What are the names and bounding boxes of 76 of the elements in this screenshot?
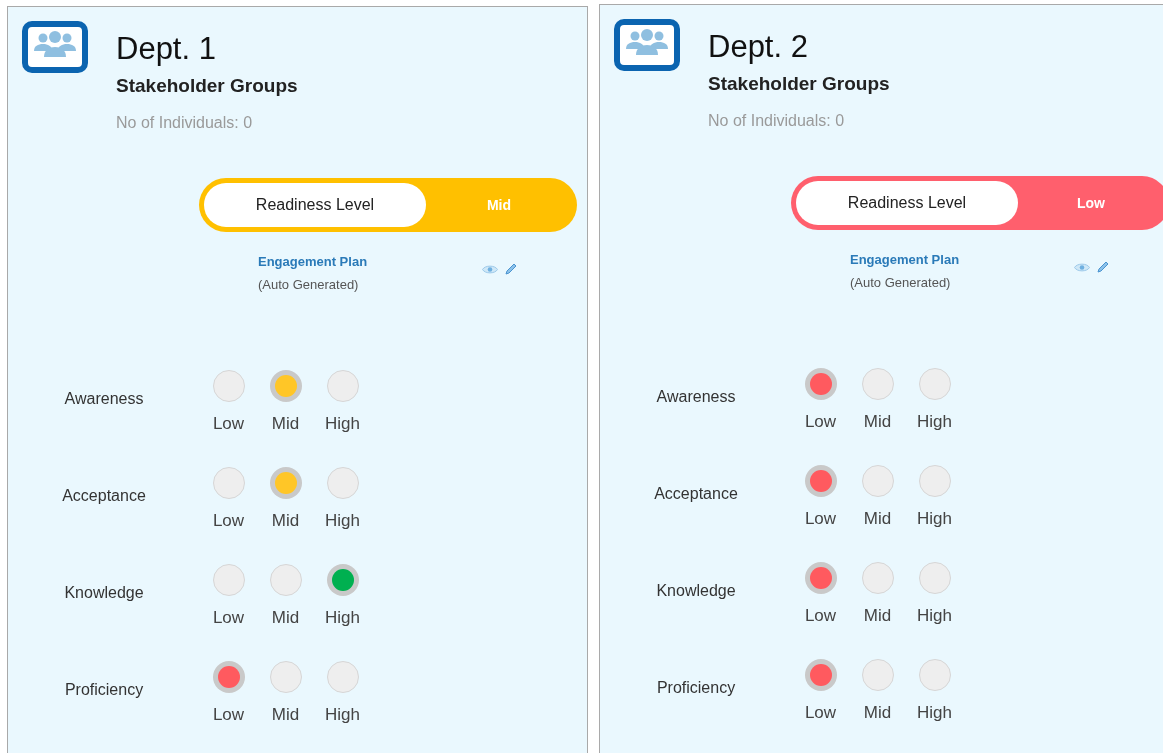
rating-radio[interactable] xyxy=(918,659,951,691)
rating-label: High xyxy=(917,509,952,529)
individuals-count: No of Individuals: 0 xyxy=(708,112,846,130)
rating-radio[interactable] xyxy=(326,661,359,693)
rating-label: Low xyxy=(212,608,245,628)
rating-radio[interactable] xyxy=(326,370,359,402)
rating-radio[interactable] xyxy=(269,370,302,402)
group-icon xyxy=(22,21,88,73)
rating-radio[interactable] xyxy=(861,465,894,497)
rating-radio[interactable] xyxy=(861,659,894,691)
rating-radio[interactable] xyxy=(918,465,951,497)
pencil-icon[interactable] xyxy=(1096,260,1110,274)
rating-radio[interactable] xyxy=(804,562,837,594)
rating-label: Mid xyxy=(271,705,300,725)
rating-label: Mid xyxy=(271,608,300,628)
readiness-label: Readiness Level xyxy=(204,183,426,227)
rating-label: High xyxy=(917,703,952,723)
rating-label: Mid xyxy=(863,703,892,723)
rating-label: High xyxy=(917,606,952,626)
metric-name: Proficiency xyxy=(63,681,145,699)
rating-radio[interactable] xyxy=(212,467,245,499)
metric-name: Proficiency xyxy=(655,679,737,697)
readiness-label: Readiness Level xyxy=(796,181,1018,225)
rating-label: Low xyxy=(804,509,837,529)
group-icon xyxy=(614,19,680,71)
rating-radio[interactable] xyxy=(269,467,302,499)
rating-radio[interactable] xyxy=(269,564,302,596)
rating-label: Low xyxy=(804,606,837,626)
rating-label: Mid xyxy=(863,606,892,626)
rating-radio[interactable] xyxy=(861,368,894,400)
auto-generated-note: (Auto Generated) xyxy=(258,277,360,292)
readiness-value: Low xyxy=(1076,195,1106,211)
department-title: Dept. 1 xyxy=(116,31,217,67)
eye-icon[interactable] xyxy=(1074,261,1090,273)
rating-label: Low xyxy=(212,511,245,531)
rating-radio[interactable] xyxy=(269,661,302,693)
group-subtitle: Stakeholder Groups xyxy=(116,75,298,97)
metric-name: Acceptance xyxy=(61,487,147,505)
readiness-value: Mid xyxy=(485,197,513,213)
rating-label: Mid xyxy=(863,412,892,432)
rating-radio[interactable] xyxy=(918,368,951,400)
rating-label: Low xyxy=(804,703,837,723)
rating-label: High xyxy=(325,414,360,434)
rating-radio[interactable] xyxy=(804,368,837,400)
rating-label: High xyxy=(917,412,952,432)
engagement-plan-link[interactable]: Engagement Plan xyxy=(850,252,960,267)
rating-label: Low xyxy=(804,412,837,432)
metric-name: Awareness xyxy=(655,388,737,406)
rating-label: Low xyxy=(212,414,245,434)
individuals-count: No of Individuals: 0 xyxy=(116,114,254,132)
rating-radio[interactable] xyxy=(326,467,359,499)
metric-name: Knowledge xyxy=(655,582,737,600)
rating-radio[interactable] xyxy=(326,564,359,596)
department-title: Dept. 2 xyxy=(708,29,809,65)
group-subtitle: Stakeholder Groups xyxy=(708,73,890,95)
rating-label: Mid xyxy=(271,414,300,434)
rating-label: High xyxy=(325,608,360,628)
rating-radio[interactable] xyxy=(804,465,837,497)
rating-label: High xyxy=(325,705,360,725)
rating-radio[interactable] xyxy=(804,659,837,691)
metric-name: Knowledge xyxy=(63,584,145,602)
metric-name: Awareness xyxy=(63,390,145,408)
rating-label: High xyxy=(325,511,360,531)
rating-label: Low xyxy=(212,705,245,725)
rating-label: Mid xyxy=(271,511,300,531)
rating-radio[interactable] xyxy=(212,564,245,596)
rating-radio[interactable] xyxy=(212,661,245,693)
metric-name: Acceptance xyxy=(653,485,739,503)
rating-label: Mid xyxy=(863,509,892,529)
rating-radio[interactable] xyxy=(212,370,245,402)
engagement-plan-link[interactable]: Engagement Plan xyxy=(258,254,368,269)
rating-radio[interactable] xyxy=(918,562,951,594)
pencil-icon[interactable] xyxy=(504,262,518,276)
eye-icon[interactable] xyxy=(482,263,498,275)
rating-radio[interactable] xyxy=(861,562,894,594)
auto-generated-note: (Auto Generated) xyxy=(850,275,952,290)
